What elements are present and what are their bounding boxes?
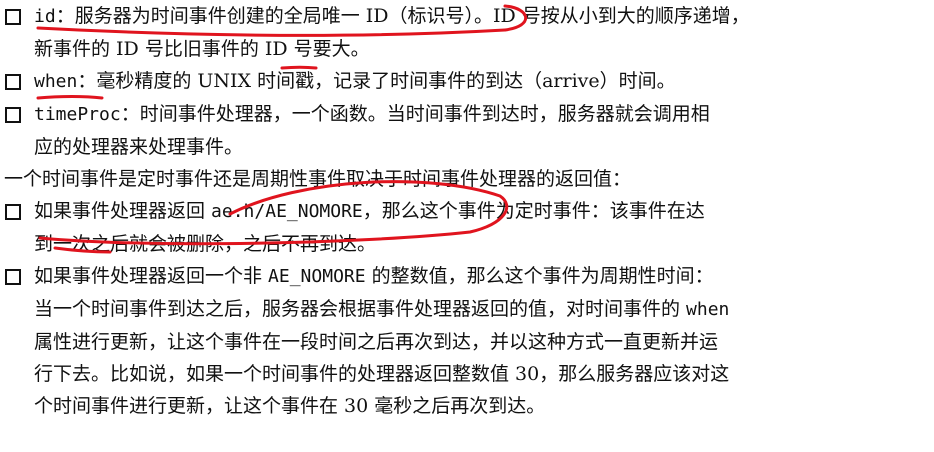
case-line-4: 行下去。比如说，如果一个时间事件的处理器返回整数值 30，那么服务器应该对这 — [34, 363, 730, 385]
case-line-2: 当一个时间事件到达之后，服务器会根据事件处理器返回的值，对时间事件的 when — [34, 298, 730, 320]
checkbox-bullet-icon — [5, 269, 21, 285]
document-page: id：服务器为时间事件创建的全局唯一 ID（标识号）。ID 号按从小到大的顺序递… — [0, 0, 934, 452]
code-nomore: AE_NOMORE — [268, 266, 366, 287]
field-item-when: when：毫秒精度的 UNIX 时间戳，记录了时间事件的到达（arrive）时间… — [0, 65, 934, 98]
case-line-3: 属性进行更新，让这个事件在一段时间之后再次到达，并以这种方式一直更新并运 — [34, 331, 719, 353]
code-when: when — [34, 71, 78, 92]
item-line-1: when：毫秒精度的 UNIX 时间戳，记录了时间事件的到达（arrive）时间… — [34, 70, 676, 92]
item-line-1: id：服务器为时间事件创建的全局唯一 ID（标识号）。ID 号按从小到大的顺序递… — [34, 5, 750, 27]
case-line-1: 如果事件处理器返回 ae.h/AE_NOMORE，那么这个事件为定时事件：该事件… — [34, 200, 705, 222]
checkbox-bullet-icon — [5, 204, 21, 220]
checkbox-bullet-icon — [5, 9, 21, 25]
code-timeproc: timeProc — [34, 104, 121, 125]
item-line-1: timeProc：时间事件处理器，一个函数。当时间事件到达时，服务器就会调用相 — [34, 103, 710, 125]
code-ae-nomore: ae.h/AE_NOMORE — [211, 201, 363, 222]
checkbox-bullet-icon — [5, 74, 21, 90]
case-line-2: 到一次之后就会被删除，之后不再到达。 — [34, 233, 377, 255]
field-item-timeproc: timeProc：时间事件处理器，一个函数。当时间事件到达时，服务器就会调用相 … — [0, 98, 934, 163]
case-line-5: 个时间事件进行更新，让这个事件在 30 毫秒之后再次到达。 — [34, 395, 546, 417]
case-line-1: 如果事件处理器返回一个非 AE_NOMORE 的整数值，那么这个事件为周期性时间… — [34, 265, 714, 287]
checkbox-bullet-icon — [5, 107, 21, 123]
case-item-nomore: 如果事件处理器返回 ae.h/AE_NOMORE，那么这个事件为定时事件：该事件… — [0, 195, 934, 260]
case-item-periodic: 如果事件处理器返回一个非 AE_NOMORE 的整数值，那么这个事件为周期性时间… — [0, 260, 934, 422]
body-paragraph: 一个时间事件是定时事件还是周期性事件取决于时间事件处理器的返回值： — [4, 168, 632, 190]
item-line-2: 新事件的 ID 号比旧事件的 ID 号要大。 — [34, 38, 370, 60]
item-line-2: 应的处理器来处理事件。 — [34, 136, 244, 158]
code-id: id — [34, 6, 56, 27]
code-when-inline: when — [686, 299, 730, 320]
field-item-id: id：服务器为时间事件创建的全局唯一 ID（标识号）。ID 号按从小到大的顺序递… — [0, 0, 934, 65]
